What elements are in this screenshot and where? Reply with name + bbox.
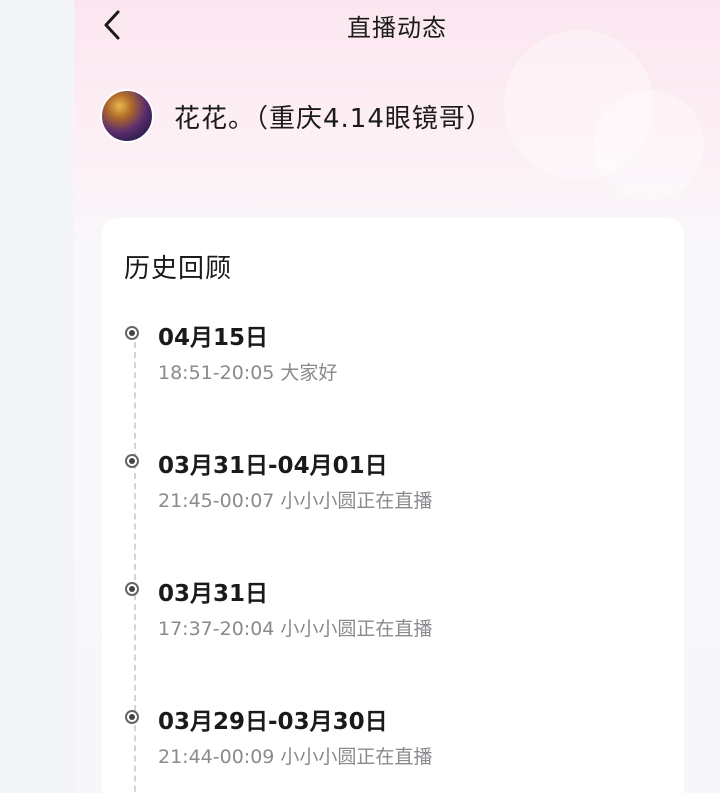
live-dynamics-page: 直播动态 花花。（重庆4.14眼镜哥） 历史回顾 04月15日 18:51-20… (0, 0, 720, 793)
page-title: 直播动态 (347, 14, 447, 42)
timeline-detail: 17:37-20:04 小小小圆正在直播 (158, 618, 433, 640)
history-card: 历史回顾 04月15日 18:51-20:05 大家好 03月31日-04月01… (102, 218, 684, 793)
background-left-strip (0, 0, 74, 793)
timeline-line (134, 342, 136, 793)
timeline-detail: 21:45-00:07 小小小圆正在直播 (158, 490, 433, 512)
timeline-dot-icon (125, 710, 139, 724)
streamer-name: 花花。（重庆4.14眼镜哥） (174, 103, 493, 134)
header-decoration (594, 90, 704, 200)
timeline-date: 04月15日 (158, 325, 269, 351)
timeline-dot-icon (125, 454, 139, 468)
timeline-detail: 21:44-00:09 小小小圆正在直播 (158, 746, 433, 768)
timeline-date: 03月31日 (158, 581, 269, 607)
timeline-detail: 18:51-20:05 大家好 (158, 362, 338, 384)
timeline-dot-icon (125, 582, 139, 596)
timeline-dot-icon (125, 326, 139, 340)
streamer-profile[interactable]: 花花。（重庆4.14眼镜哥） (100, 88, 493, 144)
history-section-title: 历史回顾 (124, 254, 233, 284)
avatar[interactable] (100, 89, 154, 143)
timeline-date: 03月29日-03月30日 (158, 709, 388, 735)
timeline-date: 03月31日-04月01日 (158, 453, 388, 479)
header-bar: 直播动态 (74, 0, 720, 50)
live-dynamics-panel: 直播动态 花花。（重庆4.14眼镜哥） 历史回顾 04月15日 18:51-20… (74, 0, 720, 793)
